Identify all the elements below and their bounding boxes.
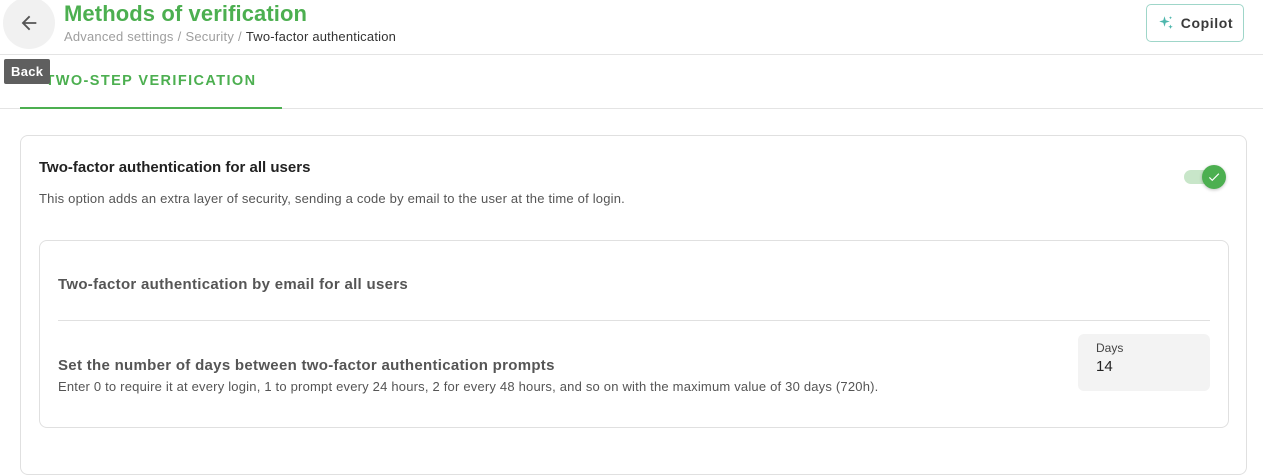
email-two-factor-panel: Two-factor authentication by email for a…: [39, 240, 1229, 428]
email-section-title: Two-factor authentication by email for a…: [58, 276, 409, 293]
copilot-label: Copilot: [1180, 15, 1234, 31]
check-icon: [1208, 173, 1220, 182]
settings-title: Two-factor authentication for all users: [39, 159, 311, 176]
toggle-knob: [1202, 165, 1226, 189]
divider: [58, 320, 1210, 321]
settings-description: This option adds an extra layer of secur…: [39, 191, 625, 206]
page-title: Methods of verification: [64, 1, 308, 26]
days-input-label: Days: [1096, 341, 1124, 355]
copilot-button[interactable]: Copilot: [1146, 4, 1244, 42]
back-tooltip: Back: [4, 59, 51, 84]
breadcrumb-item-current: Two-factor authentication: [245, 29, 397, 44]
days-setting-title: Set the number of days between two-facto…: [58, 357, 555, 374]
back-arrow-icon: [21, 15, 37, 31]
breadcrumb-item-security[interactable]: Security: [185, 29, 234, 44]
back-button[interactable]: [3, 0, 55, 49]
two-factor-toggle[interactable]: [1184, 165, 1226, 189]
tab-two-step-verification[interactable]: TWO-STEP VERIFICATION: [20, 55, 282, 109]
days-setting-description: Enter 0 to require it at every login, 1 …: [58, 379, 879, 394]
page-header: Methods of verification Advanced setting…: [0, 0, 1263, 55]
breadcrumb: Advanced settings / Security / Two-factor au…: [64, 29, 397, 44]
days-input-value[interactable]: 14: [1096, 358, 1113, 375]
two-factor-settings-card: Two-factor authentication for all users …: [20, 135, 1247, 475]
breadcrumb-item-advanced-settings[interactable]: Advanced settings: [64, 29, 174, 44]
tab-bar: TWO-STEP VERIFICATION: [0, 55, 1263, 109]
days-input[interactable]: Days 14: [1078, 334, 1210, 391]
sparkle-icon: [1159, 16, 1173, 29]
